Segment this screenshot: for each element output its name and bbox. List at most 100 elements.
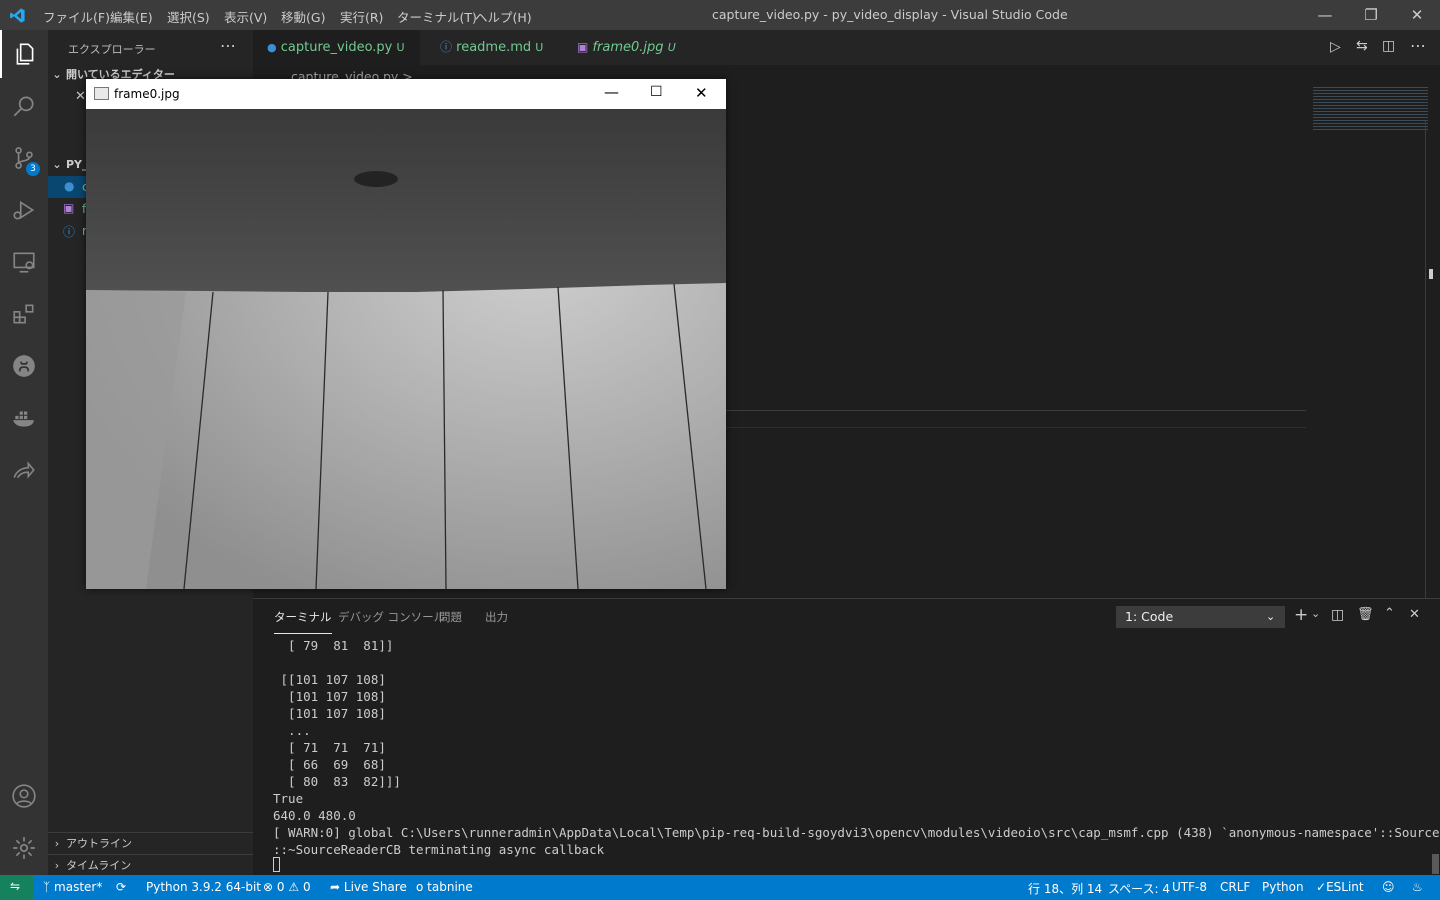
python-file-icon: ● [267,41,277,54]
close-button[interactable]: ✕ [695,84,708,102]
maximize-panel-icon[interactable]: ⌃ [1384,606,1395,621]
docker-icon[interactable] [0,394,48,442]
divider-line [723,427,1306,428]
sync-icon[interactable]: ⟳ [116,880,126,894]
accounts-icon[interactable] [0,772,48,820]
activity-bar: 3 [0,30,48,875]
feedback-icon[interactable]: ☺ [1382,880,1395,894]
terminal-line: [ 71 71 71] [273,740,386,755]
close-button[interactable]: ✕ [1394,0,1440,30]
maximize-button[interactable]: ☐ [650,84,663,100]
explorer-icon[interactable] [0,30,48,78]
close-panel-icon[interactable]: ✕ [1409,607,1420,622]
add-terminal-icon[interactable]: + [1294,605,1308,625]
encoding[interactable]: UTF-8 [1172,880,1207,894]
tab-debug-console[interactable]: デバッグ コンソール [338,609,445,625]
terminal-line: True [273,791,304,806]
menu-view[interactable]: 表示(V) [224,7,267,26]
open-changes-icon[interactable]: ⇆ [1356,38,1368,54]
scroll-indicator [1429,269,1433,279]
split-editor-icon[interactable]: ◫ [1382,38,1395,54]
indentation[interactable]: スペース: 4 [1108,880,1170,897]
chevron-down-icon: ⌄ [52,68,62,81]
remote-explorer-icon[interactable] [0,238,48,286]
github-icon[interactable] [0,342,48,390]
run-debug-icon[interactable] [0,186,48,234]
chevron-down-icon: ⌄ [1266,610,1276,623]
tabnine-icon: ο [416,880,424,894]
terminal-line: [101 107 108] [273,706,386,721]
more-actions-icon[interactable]: ⋯ [220,36,236,55]
terminal-line: [ 80 83 82]]] [273,774,401,789]
live-share-icon[interactable] [0,446,48,494]
terminal-line: [ 66 69 68] [273,757,386,772]
remote-indicator[interactable]: ⇋ [0,875,33,900]
tab-problems[interactable]: 問題 [439,609,462,625]
tab-terminal[interactable]: ターミナル [274,609,332,634]
chevron-down-icon[interactable]: ⌄ [1311,607,1320,620]
menu-go[interactable]: 移動(G) [281,7,325,26]
info-icon: ⓘ [63,225,76,239]
tab-capture-video[interactable]: ● capture_video.py U ✕ [253,30,420,90]
terminal-select[interactable]: 1: Code ⌄ [1116,606,1285,628]
notifications-bell-icon[interactable]: ♨ [1412,880,1423,894]
cursor-position[interactable]: 行 18、列 14 [1028,880,1102,897]
live-share-button[interactable]: ➦ Live Share [330,880,407,894]
problems-indicator[interactable]: ⊗ 0 ⚠ 0 [263,880,311,894]
timeline-section[interactable]: › タイムライン [48,854,253,877]
minimap[interactable] [1313,85,1428,130]
trash-icon[interactable]: 🗑 [1357,607,1374,622]
minimize-button[interactable]: — [1302,0,1348,30]
menu-run[interactable]: 実行(R) [340,7,383,26]
more-actions-icon[interactable]: ⋯ [1410,36,1426,55]
python-interpreter[interactable]: Python 3.9.2 64-bit [146,880,261,894]
terminal-line: [[101 107 108] [273,672,386,687]
source-control-icon[interactable]: 3 [0,134,48,182]
python-file-icon: ● [64,179,75,193]
menu-file[interactable]: ファイル(F) [43,7,110,26]
menu-edit[interactable]: 編集(E) [110,7,153,26]
tab-output[interactable]: 出力 [485,609,508,625]
image-file-icon: ▣ [577,40,589,54]
image-file-icon: ▣ [63,201,75,215]
end-of-line[interactable]: CRLF [1220,880,1250,894]
info-icon: ⓘ [440,40,453,54]
run-file-icon[interactable]: ▷ [1330,39,1341,55]
check-double-icon: ✓ [1316,880,1327,894]
image-window[interactable]: frame0.jpg — ☐ ✕ [86,79,726,589]
live-share-icon: ➦ [330,880,341,894]
scm-badge: 3 [26,162,40,176]
status-bar: ⇋ ᛉ master* ⟳ Python 3.9.2 64-bit ⊗ 0 ⚠ … [0,875,1440,900]
title-bar: ファイル(F) 編集(E) 選択(S) 表示(V) 移動(G) 実行(R) ター… [0,0,1440,30]
remote-icon: ⇋ [10,879,21,893]
close-editor-icon[interactable]: ✕ [75,89,86,104]
vscode-logo-icon [10,8,25,23]
branch-indicator[interactable]: ᛉ master* [43,880,102,894]
terminal-cursor [273,857,280,872]
language-mode[interactable]: Python [1262,880,1304,894]
search-icon[interactable] [0,82,48,130]
explorer-header: エクスプローラー [68,43,156,56]
branch-icon: ᛉ [43,880,51,894]
menu-terminal[interactable]: ターミナル(T) [397,7,477,26]
tab-readme[interactable]: ⓘ readme.md U [426,30,564,65]
terminal-line: ::~SourceReaderCB terminating async call… [273,842,605,857]
eslint-status[interactable]: ✓ESLint [1316,880,1364,894]
terminal-line: ... [273,723,311,738]
menu-selection[interactable]: 選択(S) [167,7,210,26]
minimize-button[interactable]: — [604,83,619,101]
tabnine-indicator[interactable]: ο tabnine [416,880,473,894]
restore-button[interactable]: ❐ [1348,0,1394,30]
chevron-down-icon: ⌄ [52,158,62,171]
settings-gear-icon[interactable] [0,824,48,872]
split-terminal-icon[interactable]: ◫ [1331,607,1344,623]
window-title: capture_video.py - py_video_display - Vi… [712,7,1068,22]
terminal-output[interactable]: [ 79 81 81]] [[101 107 108] [101 107 108… [273,637,1440,858]
outline-section[interactable]: › アウトライン [48,832,253,855]
extensions-icon[interactable] [0,290,48,338]
warning-icon: ⚠ [288,880,300,894]
terminal-line: [ 79 81 81]] [273,638,394,653]
menu-help[interactable]: ヘルプ(H) [475,7,532,26]
terminal-scrollbar[interactable] [1432,854,1439,874]
tab-frame0[interactable]: ▣ frame0.jpg U [563,30,701,65]
